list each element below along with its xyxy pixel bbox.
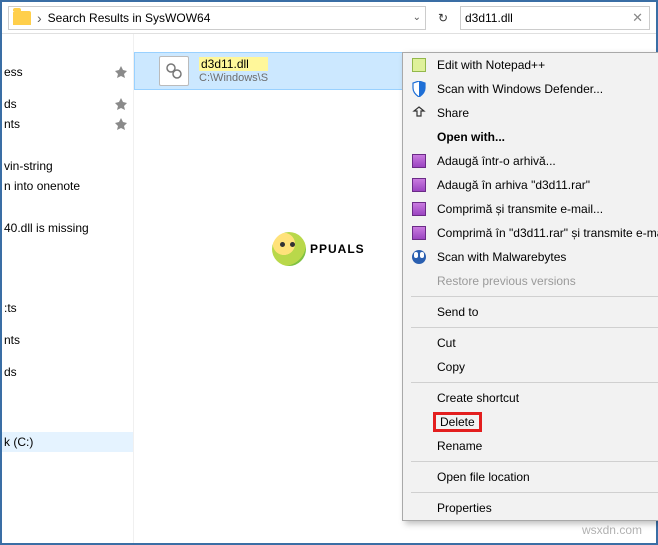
winrar-icon <box>411 177 427 193</box>
ctx-edit-notepad[interactable]: Edit with Notepad++ <box>403 53 658 77</box>
ctx-delete[interactable]: Delete <box>403 410 658 434</box>
ctx-rar-add[interactable]: Adaugă într-o arhivă... <box>403 149 658 173</box>
sidebar-item[interactable]: ds <box>2 362 133 382</box>
sidebar-item[interactable]: n into onenote <box>2 176 133 196</box>
ctx-rename[interactable]: Rename <box>403 434 658 458</box>
watermark-logo: PPUALS <box>272 232 365 266</box>
ctx-open-file-location[interactable]: Open file location <box>403 465 658 489</box>
sidebar-item[interactable]: vin-string <box>2 156 133 176</box>
ctx-send-to[interactable]: Send to <box>403 300 658 324</box>
file-text: d3d11.dll C:\Windows\S <box>199 57 268 85</box>
ctx-separator <box>411 492 658 493</box>
ctx-cut[interactable]: Cut <box>403 331 658 355</box>
ctx-scan-defender[interactable]: Scan with Windows Defender... <box>403 77 658 101</box>
pin-icon <box>115 118 127 130</box>
search-text: d3d11.dll <box>465 11 630 25</box>
file-path: C:\Windows\S <box>199 71 268 85</box>
sidebar-item[interactable]: k (C:) <box>2 432 133 452</box>
breadcrumb-box[interactable]: Search Results in SysWOW64 ⌄ <box>8 6 426 30</box>
pin-icon <box>115 98 127 110</box>
address-bar: Search Results in SysWOW64 ⌄ ↻ d3d11.dll… <box>2 2 656 34</box>
pin-icon <box>115 66 127 78</box>
sidebar-item[interactable]: :ts <box>2 298 133 318</box>
sidebar-item[interactable]: ds <box>2 94 133 114</box>
content-area: ess ds nts vin-string n into onenote 40.… <box>2 34 656 543</box>
ctx-open-with[interactable]: Open with... <box>403 125 658 149</box>
winrar-icon <box>411 201 427 217</box>
chevron-down-icon[interactable]: ⌄ <box>413 12 421 23</box>
context-menu: Edit with Notepad++ Scan with Windows De… <box>402 52 658 521</box>
dll-file-icon <box>159 56 189 86</box>
ctx-create-shortcut[interactable]: Create shortcut <box>403 386 658 410</box>
sidebar: ess ds nts vin-string n into onenote 40.… <box>2 34 134 543</box>
ctx-separator <box>411 382 658 383</box>
sidebar-item[interactable]: ess <box>2 62 133 82</box>
watermark-site: wsxdn.com <box>582 523 642 537</box>
share-icon <box>411 105 427 121</box>
chevron-right-icon <box>37 10 42 26</box>
notepadpp-icon <box>411 57 427 73</box>
folder-icon <box>13 11 31 25</box>
sidebar-item[interactable]: nts <box>2 330 133 350</box>
sidebar-item[interactable]: nts <box>2 114 133 134</box>
sidebar-item[interactable]: 40.dll is missing <box>2 218 133 238</box>
defender-shield-icon <box>411 81 427 97</box>
malwarebytes-icon <box>411 249 427 265</box>
ctx-restore-versions[interactable]: Restore previous versions <box>403 269 658 293</box>
winrar-icon <box>411 225 427 241</box>
appuals-logo-icon <box>272 232 306 266</box>
refresh-button[interactable]: ↻ <box>432 7 454 29</box>
ctx-separator <box>411 461 658 462</box>
file-name: d3d11.dll <box>199 57 268 71</box>
breadcrumb[interactable]: Search Results in SysWOW64 <box>48 11 211 25</box>
ctx-separator <box>411 296 658 297</box>
ctx-share[interactable]: Share <box>403 101 658 125</box>
ctx-properties[interactable]: Properties <box>403 496 658 520</box>
ctx-separator <box>411 327 658 328</box>
ctx-scan-malwarebytes[interactable]: Scan with Malwarebytes <box>403 245 658 269</box>
ctx-rar-email-named[interactable]: Comprimă în "d3d11.rar" și transmite e-m… <box>403 221 658 245</box>
search-input[interactable]: d3d11.dll ✕ <box>460 6 650 30</box>
results-pane: PPUALS d3d11.dll C:\Windows\S Edit with … <box>134 34 656 543</box>
clear-search-button[interactable]: ✕ <box>630 10 645 26</box>
winrar-icon <box>411 153 427 169</box>
ctx-copy[interactable]: Copy <box>403 355 658 379</box>
ctx-rar-add-named[interactable]: Adaugă în arhiva "d3d11.rar" <box>403 173 658 197</box>
delete-highlight: Delete <box>433 412 482 432</box>
ctx-rar-email[interactable]: Comprimă și transmite e-mail... <box>403 197 658 221</box>
